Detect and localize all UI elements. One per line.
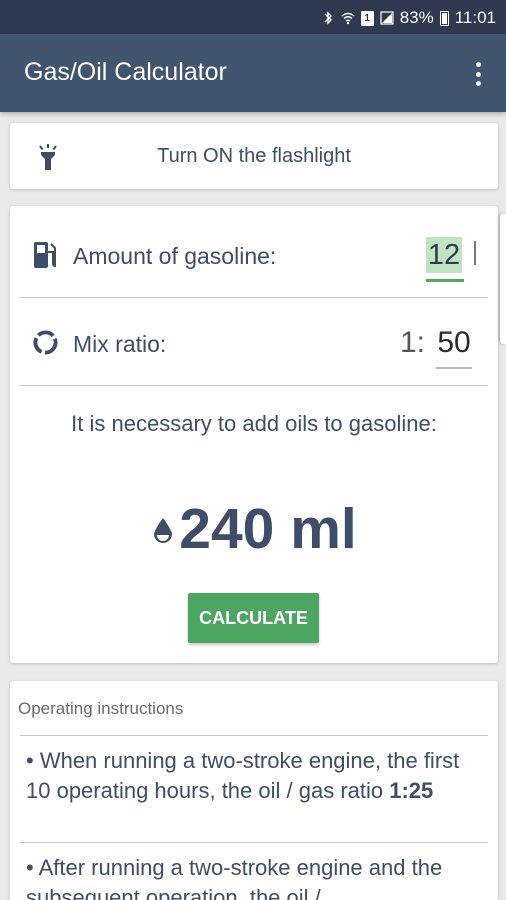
amount-label: Amount of gasoline: xyxy=(73,243,277,269)
divider xyxy=(20,842,488,843)
text-cursor xyxy=(474,241,476,265)
operating-instructions-card: Operating instructions • When running a … xyxy=(10,681,498,900)
signal-icon xyxy=(380,11,394,25)
ratio-underline xyxy=(436,367,472,369)
result-line: 240 ml xyxy=(10,496,498,562)
ratio-value: 50 xyxy=(437,326,471,359)
divider xyxy=(20,385,488,386)
amount-value: 12 xyxy=(426,237,462,273)
clock: 11:01 xyxy=(454,8,496,27)
result-label: It is necessary to add oils to gasoline: xyxy=(71,411,437,436)
battery-icon xyxy=(439,10,449,26)
instruction-item: • When running a two-stroke engine, the … xyxy=(26,746,482,806)
ratio-input[interactable]: 50 xyxy=(436,322,472,370)
divider xyxy=(20,735,488,736)
ratio-icon xyxy=(33,330,58,355)
amount-input[interactable]: 12 xyxy=(426,231,464,283)
fuel-pump-icon xyxy=(34,242,56,268)
app-title: Gas/Oil Calculator xyxy=(24,58,227,86)
divider xyxy=(20,297,488,298)
app-bar: Gas/Oil Calculator xyxy=(0,34,506,112)
sim-icon: 1 xyxy=(360,10,374,26)
status-bar: 1 83% 11:01 xyxy=(0,0,506,34)
calculate-button[interactable]: CALCULATE xyxy=(188,593,319,643)
bluetooth-icon xyxy=(324,11,332,25)
flashlight-button[interactable]: Turn ON the flashlight xyxy=(10,123,498,189)
more-vert-icon[interactable] xyxy=(468,60,488,88)
ratio-prefix: 1: xyxy=(400,326,426,359)
instructions-header: Operating instructions xyxy=(18,699,184,718)
calculator-card: Amount of gasoline: 12 Mix ratio: 1: 50 … xyxy=(10,206,498,663)
battery-percent: 83% xyxy=(399,8,434,27)
wifi-icon xyxy=(341,12,355,25)
result-value: 240 ml xyxy=(179,497,357,561)
amount-underline xyxy=(426,279,464,282)
status-icons: 1 83% 11:01 xyxy=(321,7,496,29)
edge-panel-handle[interactable] xyxy=(500,214,506,344)
ratio-label: Mix ratio: xyxy=(73,331,167,357)
flashlight-label: Turn ON the flashlight xyxy=(157,145,351,167)
instruction-item: • After running a two-stroke engine and … xyxy=(26,855,443,900)
ratio-highlight: 1:25 xyxy=(389,778,434,803)
oil-drop-icon xyxy=(154,518,173,543)
